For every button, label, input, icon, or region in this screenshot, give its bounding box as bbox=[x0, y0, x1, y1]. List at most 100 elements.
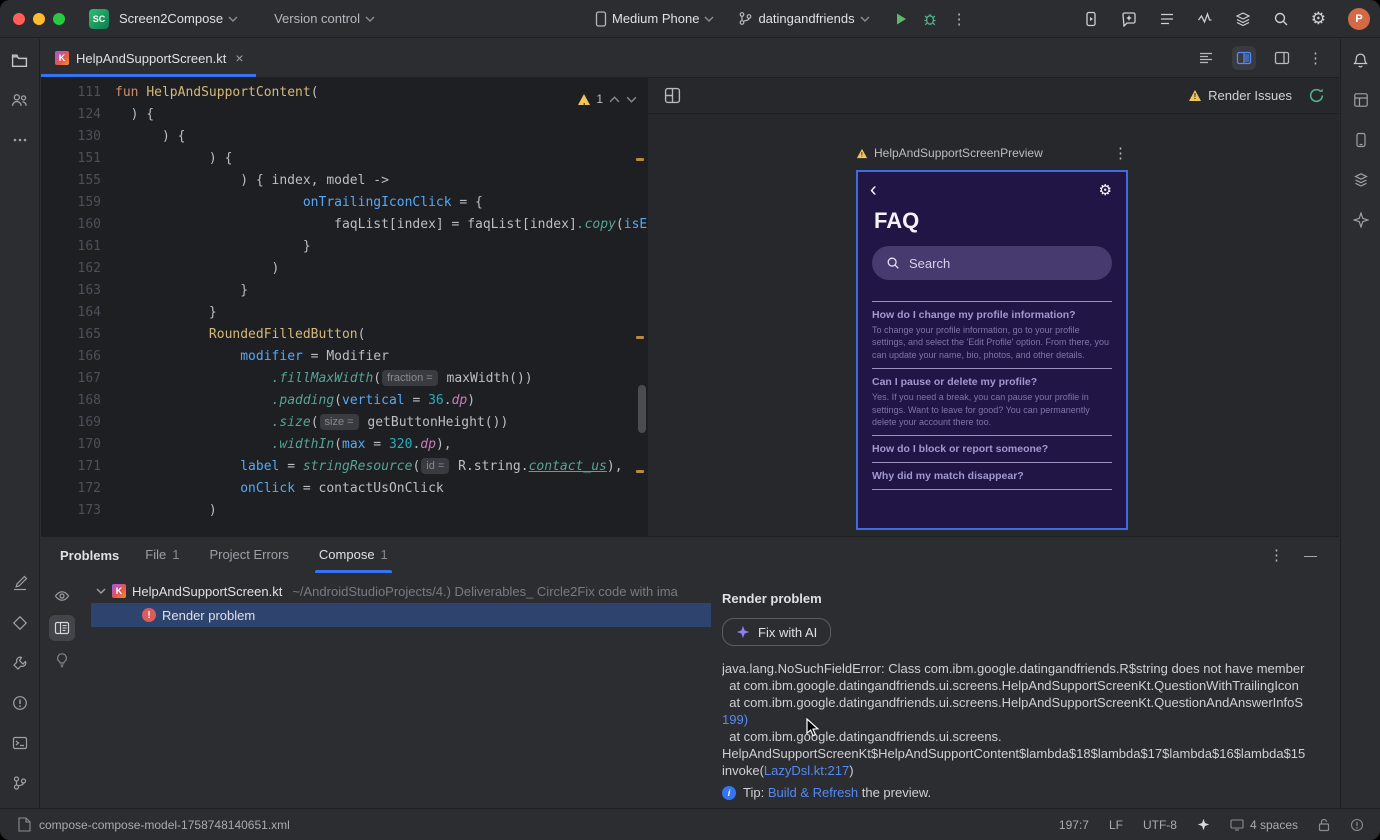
problems-file-row[interactable]: K HelpAndSupportScreen.kt ~/AndroidStudi… bbox=[81, 579, 711, 603]
next-issue-icon[interactable] bbox=[626, 96, 637, 103]
lock-icon[interactable] bbox=[1318, 818, 1330, 832]
caret-position-widget[interactable]: 197:7 bbox=[1059, 818, 1089, 832]
inspection-widget[interactable]: 1 bbox=[578, 88, 637, 118]
app-inspection-tool-icon[interactable] bbox=[7, 610, 33, 636]
close-tab-icon[interactable]: × bbox=[235, 50, 243, 66]
device-selector[interactable]: Medium Phone bbox=[595, 10, 714, 27]
code-line[interactable]: ) { bbox=[115, 126, 647, 148]
notifications-bell-icon[interactable] bbox=[1348, 47, 1374, 73]
code-line[interactable]: ) { bbox=[115, 104, 647, 126]
code-line[interactable]: fun HelpAndSupportContent( bbox=[115, 82, 647, 104]
problems-tab-file[interactable]: File 1 bbox=[145, 537, 179, 573]
phone-preview[interactable]: ‹ ⚙ FAQ Search How do I change my profil… bbox=[856, 170, 1128, 530]
ai-status-star-icon[interactable] bbox=[1197, 818, 1210, 831]
split-editor-preview-toggle-icon[interactable] bbox=[1232, 46, 1256, 70]
show-details-icon[interactable] bbox=[49, 615, 75, 641]
stack-trace-link[interactable]: 199) bbox=[722, 712, 748, 727]
code-line[interactable]: ) bbox=[115, 258, 647, 280]
stack-trace-line: java.lang.NoSuchFieldError: Class com.ib… bbox=[722, 661, 1305, 676]
settings-gear-icon[interactable]: ⚙ bbox=[1311, 10, 1326, 27]
code-line[interactable]: .padding(vertical = 36.dp) bbox=[115, 390, 647, 412]
editor-options-kebab-icon[interactable]: ⋮ bbox=[1308, 49, 1323, 67]
editor-tab[interactable]: K HelpAndSupportScreen.kt × bbox=[41, 39, 256, 77]
commit-tool-icon[interactable] bbox=[7, 87, 33, 113]
chevron-down-icon[interactable] bbox=[96, 588, 106, 594]
stack-trace-line: at com.ibm.google.datingandfriends.ui.sc… bbox=[722, 678, 1299, 693]
code-line[interactable]: ) { bbox=[115, 148, 647, 170]
terminal-tool-icon[interactable] bbox=[7, 730, 33, 756]
preview-title-row[interactable]: HelpAndSupportScreenPreview ⋮ bbox=[856, 144, 1128, 162]
quick-fix-bulb-icon[interactable] bbox=[49, 647, 75, 673]
warning-stripe-mark[interactable] bbox=[636, 470, 644, 473]
project-tool-icon[interactable] bbox=[7, 47, 33, 73]
prev-issue-icon[interactable] bbox=[609, 95, 620, 103]
project-menu[interactable]: Screen2Compose bbox=[119, 11, 238, 26]
layout-inspector-tool-icon[interactable] bbox=[1348, 87, 1374, 113]
zoom-window-button[interactable] bbox=[53, 12, 65, 25]
hide-tool-window-icon[interactable]: — bbox=[1304, 548, 1317, 563]
profiler-icon[interactable] bbox=[1197, 11, 1213, 27]
problems-tab-project-errors[interactable]: Project Errors bbox=[209, 537, 288, 573]
code-editor[interactable]: 111 124 130 151 155 159 160 161 162 163 164 165 166 1… bbox=[41, 78, 647, 536]
preview-eye-icon[interactable] bbox=[49, 583, 75, 609]
build-variants-tool-icon[interactable] bbox=[1348, 167, 1374, 193]
resource-manager-tool-icon[interactable] bbox=[7, 570, 33, 596]
code-line[interactable]: onClick = contactUsOnClick bbox=[115, 478, 647, 500]
more-tool-windows-icon[interactable] bbox=[7, 127, 33, 153]
code-line[interactable]: .fillMaxWidth(fraction = maxWidth()) bbox=[115, 368, 647, 390]
code-line[interactable]: } bbox=[115, 236, 647, 258]
code-line[interactable]: RoundedFilledButton( bbox=[115, 324, 647, 346]
indent-widget[interactable]: 4 spaces bbox=[1230, 818, 1298, 832]
code-view-toggle-icon[interactable] bbox=[1194, 46, 1218, 70]
code-line[interactable]: } bbox=[115, 280, 647, 302]
warning-icon bbox=[1189, 90, 1202, 101]
run-button[interactable] bbox=[894, 12, 908, 26]
warning-stripe-mark[interactable] bbox=[636, 336, 644, 339]
code-line[interactable]: label = stringResource(id = R.string.con… bbox=[115, 456, 647, 478]
device-manager-tool-icon[interactable] bbox=[1348, 127, 1374, 153]
code-line[interactable]: } bbox=[115, 302, 647, 324]
problems-tab-compose[interactable]: Compose 1 bbox=[314, 537, 392, 573]
line-separator-widget[interactable]: LF bbox=[1109, 818, 1123, 832]
code-line[interactable]: onTrailingIconClick = { bbox=[115, 192, 647, 214]
preview-menu-kebab-icon[interactable]: ⋮ bbox=[1113, 144, 1128, 162]
search-icon[interactable] bbox=[1273, 11, 1289, 27]
inspections-status-icon[interactable] bbox=[1350, 818, 1364, 832]
right-tool-stripe bbox=[1340, 39, 1380, 808]
minimize-window-button[interactable] bbox=[33, 12, 45, 25]
encoding-widget[interactable]: UTF-8 bbox=[1143, 818, 1177, 832]
problems-window-title[interactable]: Problems bbox=[60, 548, 119, 563]
version-control-menu[interactable]: Version control bbox=[274, 11, 375, 26]
render-issues-button[interactable]: Render Issues bbox=[1189, 88, 1292, 103]
debug-button[interactable] bbox=[922, 11, 938, 27]
refresh-preview-icon[interactable] bbox=[1308, 87, 1325, 104]
version-control-tool-icon[interactable] bbox=[7, 770, 33, 796]
branch-selector[interactable]: datingandfriends bbox=[738, 11, 870, 26]
close-window-button[interactable] bbox=[13, 12, 25, 25]
code-line[interactable]: ) bbox=[115, 500, 647, 522]
render-problem-row[interactable]: ! Render problem bbox=[91, 603, 711, 627]
stack-trace-link[interactable]: LazyDsl.kt:217 bbox=[764, 763, 849, 778]
fix-with-ai-button[interactable]: Fix with AI bbox=[722, 618, 832, 646]
code-line[interactable]: .size(size = getButtonHeight()) bbox=[115, 412, 647, 434]
preview-layout-icon[interactable] bbox=[664, 87, 681, 104]
code-line[interactable]: .widthIn(max = 320.dp), bbox=[115, 434, 647, 456]
problems-tool-icon[interactable] bbox=[7, 690, 33, 716]
code-line[interactable]: ) { index, model -> bbox=[115, 170, 647, 192]
more-run-options-button[interactable]: ⋮ bbox=[952, 10, 967, 28]
tool-window-options-kebab-icon[interactable]: ⋮ bbox=[1269, 546, 1284, 564]
build-and-refresh-link[interactable]: Build & Refresh bbox=[768, 785, 858, 800]
preview-only-toggle-icon[interactable] bbox=[1270, 46, 1294, 70]
todo-list-icon[interactable] bbox=[1159, 11, 1175, 27]
warning-stripe-mark[interactable] bbox=[636, 158, 644, 161]
editor-scrollbar[interactable] bbox=[638, 385, 646, 433]
gemini-tool-icon[interactable] bbox=[1348, 207, 1374, 233]
code-line[interactable]: faqList[index] = faqList[index].copy(isE… bbox=[115, 214, 647, 236]
statusbar-file-name[interactable]: compose-compose-model-1758748140651.xml bbox=[39, 818, 290, 832]
build-tool-icon[interactable] bbox=[7, 650, 33, 676]
running-devices-icon[interactable] bbox=[1083, 11, 1099, 27]
user-avatar[interactable]: P bbox=[1348, 7, 1370, 30]
code-line[interactable]: modifier = Modifier bbox=[115, 346, 647, 368]
ai-assistant-icon[interactable] bbox=[1121, 11, 1137, 27]
layers-icon[interactable] bbox=[1235, 11, 1251, 27]
